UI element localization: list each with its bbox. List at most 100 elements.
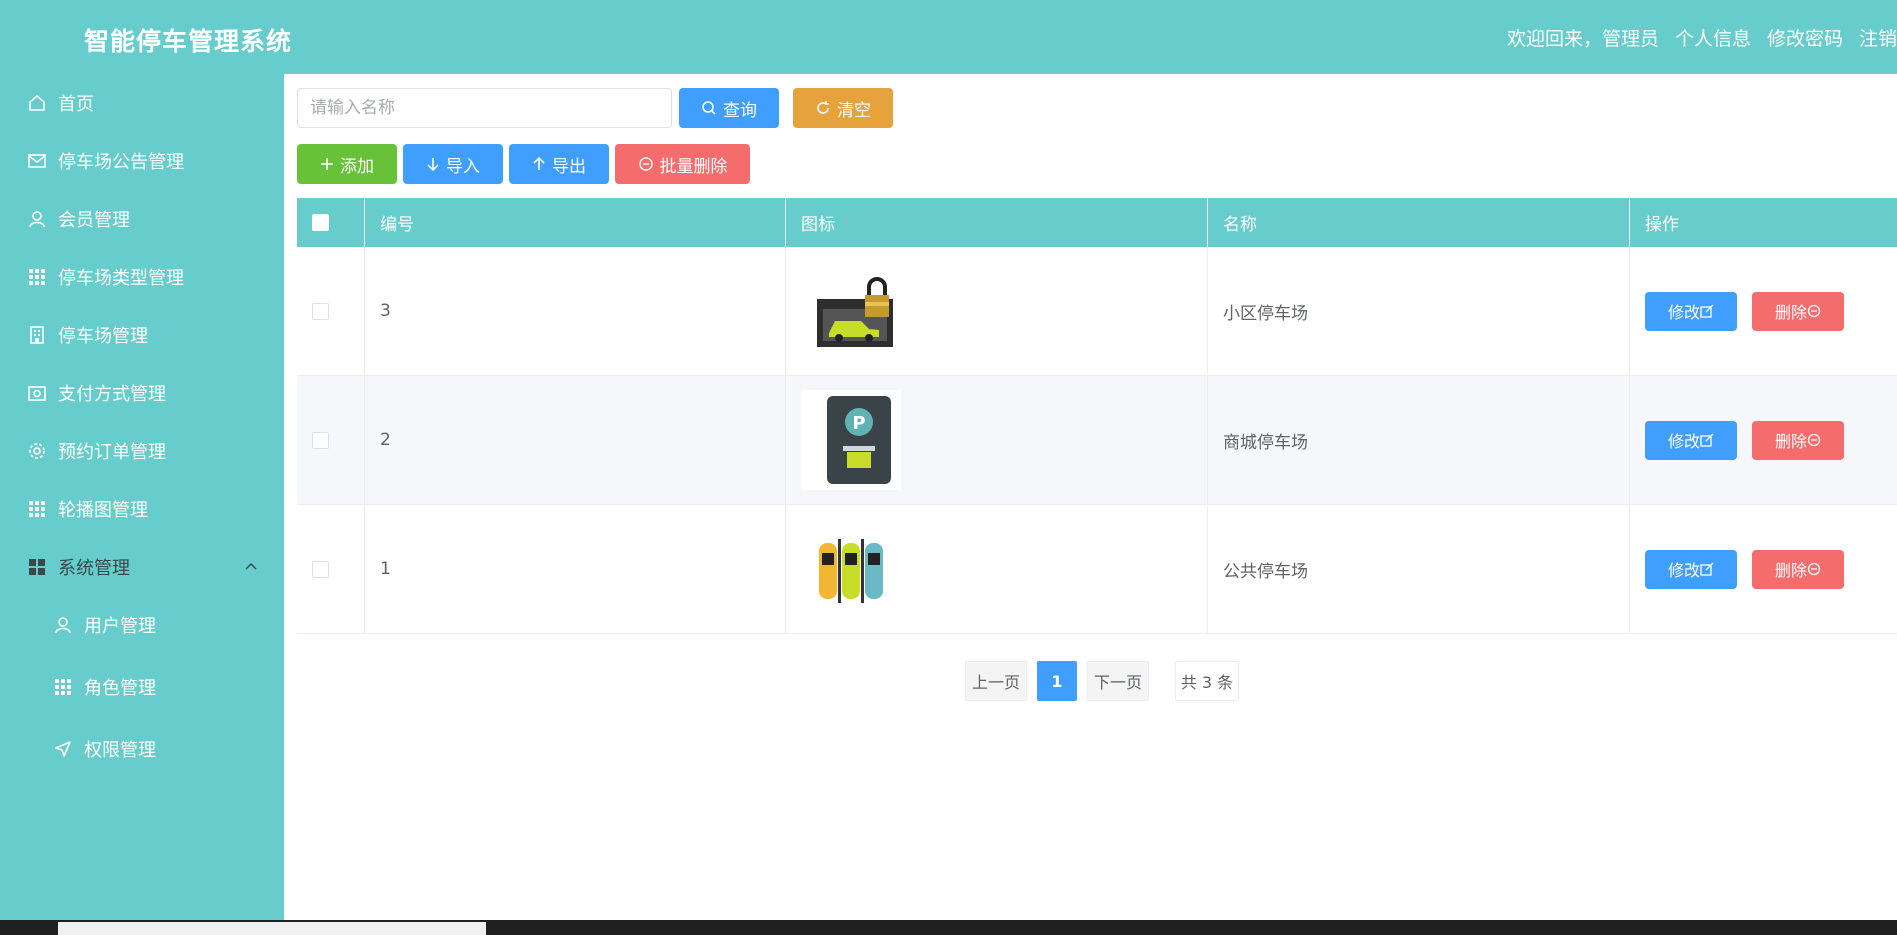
select-all-cell (297, 198, 365, 247)
search-input[interactable] (297, 88, 672, 128)
sidebar-item-label: 停车场管理 (58, 326, 148, 347)
sidebar-item-users[interactable]: 用户管理 (0, 596, 284, 654)
delete-button-label: 删除 (1774, 561, 1807, 580)
delete-button[interactable]: 删除 (1752, 291, 1844, 331)
query-button-label: 查询 (723, 100, 757, 121)
sidebar-item-roles[interactable]: 角色管理 (0, 658, 284, 716)
change-password-link[interactable]: 修改密码 (1767, 24, 1843, 51)
total-count: 共 3 条 (1175, 661, 1239, 701)
column-header-id: 编号 (365, 198, 786, 247)
batch-delete-button-label: 批量删除 (659, 156, 728, 177)
row-checkbox[interactable] (312, 560, 329, 578)
parking-lock-car-image (801, 261, 901, 361)
row-select-cell (297, 247, 365, 375)
gear-icon (26, 440, 48, 462)
sidebar-item-label: 支付方式管理 (58, 384, 166, 405)
page-number-current[interactable]: 1 (1037, 661, 1077, 701)
table-row: 2 P 商城停车场 修改 删除 (297, 376, 1897, 505)
row-name: 公共停车场 (1208, 505, 1630, 633)
sidebar-item-orders[interactable]: 预约订单管理 (0, 422, 284, 480)
sidebar-item-home[interactable]: 首页 (0, 74, 284, 132)
taskbar-search-box[interactable] (58, 922, 486, 935)
home-icon (26, 92, 48, 114)
clear-button-label: 清空 (837, 100, 871, 121)
prev-page-button[interactable]: 上一页 (965, 661, 1027, 701)
edit-button-label: 修改 (1667, 561, 1700, 580)
logout-link[interactable]: 注销 (1859, 24, 1897, 51)
batch-delete-button[interactable]: 批量删除 (615, 144, 750, 184)
sidebar-item-system[interactable]: 系统管理 (0, 538, 284, 596)
grid-icon (26, 266, 48, 288)
row-actions: 修改 删除 (1630, 376, 1897, 504)
delete-button[interactable]: 删除 (1752, 420, 1844, 460)
row-id: 3 (365, 247, 786, 375)
table-header: 编号 图标 名称 操作 (297, 198, 1897, 247)
mail-icon (26, 150, 48, 172)
select-all-checkbox[interactable] (312, 214, 329, 231)
row-actions: 修改 删除 (1630, 247, 1897, 375)
import-button-label: 导入 (446, 156, 480, 177)
three-cars-image (801, 519, 901, 619)
sidebar-item-permissions[interactable]: 权限管理 (0, 720, 284, 778)
row-icon-cell (786, 505, 1208, 633)
delete-button-label: 删除 (1774, 432, 1807, 451)
add-button-label: 添加 (340, 156, 374, 177)
app-title: 智能停车管理系统 (84, 27, 293, 56)
edit-button[interactable]: 修改 (1645, 549, 1737, 589)
sidebar-item-label: 权限管理 (84, 740, 156, 761)
edit-icon (1700, 304, 1714, 318)
sidebar-item-members[interactable]: 会员管理 (0, 190, 284, 248)
table-row: 3 小区停车场 修改 删除 (297, 247, 1897, 376)
edit-button[interactable]: 修改 (1645, 420, 1737, 460)
edit-button[interactable]: 修改 (1645, 291, 1737, 331)
send-icon (52, 738, 74, 760)
row-checkbox[interactable] (312, 431, 329, 449)
edit-button-label: 修改 (1667, 432, 1700, 451)
row-id: 2 (365, 376, 786, 504)
sidebar-item-payment[interactable]: 支付方式管理 (0, 364, 284, 422)
sidebar-item-lots[interactable]: 停车场管理 (0, 306, 284, 364)
sidebar-item-label: 预约订单管理 (58, 442, 166, 463)
sidebar-item-lot-types[interactable]: 停车场类型管理 (0, 248, 284, 306)
column-header-icon: 图标 (786, 198, 1208, 247)
os-taskbar (0, 920, 1897, 935)
column-header-name: 名称 (1208, 198, 1630, 247)
row-id: 1 (365, 505, 786, 633)
row-checkbox[interactable] (312, 302, 329, 320)
remove-circle-icon (1807, 304, 1821, 318)
next-page-button[interactable]: 下一页 (1087, 661, 1149, 701)
row-name: 商城停车场 (1208, 376, 1630, 504)
row-name: 小区停车场 (1208, 247, 1630, 375)
sidebar-item-label: 系统管理 (58, 558, 130, 579)
user-icon (26, 208, 48, 230)
wallet-icon (26, 382, 48, 404)
user-icon (52, 614, 74, 636)
building-icon (26, 324, 48, 346)
sidebar-item-label: 轮播图管理 (58, 500, 148, 521)
search-icon (702, 101, 716, 115)
clear-button[interactable]: 清空 (793, 88, 893, 128)
table-row: 1 公共停车场 修改 删除 (297, 505, 1897, 634)
sidebar-item-label: 会员管理 (58, 210, 130, 231)
row-select-cell (297, 376, 365, 504)
edit-button-label: 修改 (1667, 303, 1700, 322)
row-actions: 修改 删除 (1630, 505, 1897, 633)
main-content: 查询 清空 添加 导入 导出 批量删除 编号 图标 名称 操作 3 (284, 74, 1897, 920)
sidebar-item-label: 用户管理 (84, 616, 156, 637)
profile-link[interactable]: 个人信息 (1675, 24, 1751, 51)
column-header-actions: 操作 (1645, 215, 1679, 235)
edit-icon (1700, 433, 1714, 447)
sidebar-item-label: 停车场公告管理 (58, 152, 184, 173)
sidebar-item-carousel[interactable]: 轮播图管理 (0, 480, 284, 538)
import-button[interactable]: 导入 (403, 144, 503, 184)
add-button[interactable]: 添加 (297, 144, 397, 184)
welcome-text: 欢迎回来，管理员 (1506, 28, 1659, 50)
sidebar-item-notices[interactable]: 停车场公告管理 (0, 132, 284, 190)
query-button[interactable]: 查询 (679, 88, 779, 128)
grid-icon (26, 498, 48, 520)
edit-icon (1700, 562, 1714, 576)
header-nav: 欢迎回来，管理员 个人信息 修改密码 注销 (1507, 24, 1897, 51)
export-button[interactable]: 导出 (509, 144, 609, 184)
delete-button[interactable]: 删除 (1752, 549, 1844, 589)
sidebar-item-label: 停车场类型管理 (58, 268, 184, 289)
